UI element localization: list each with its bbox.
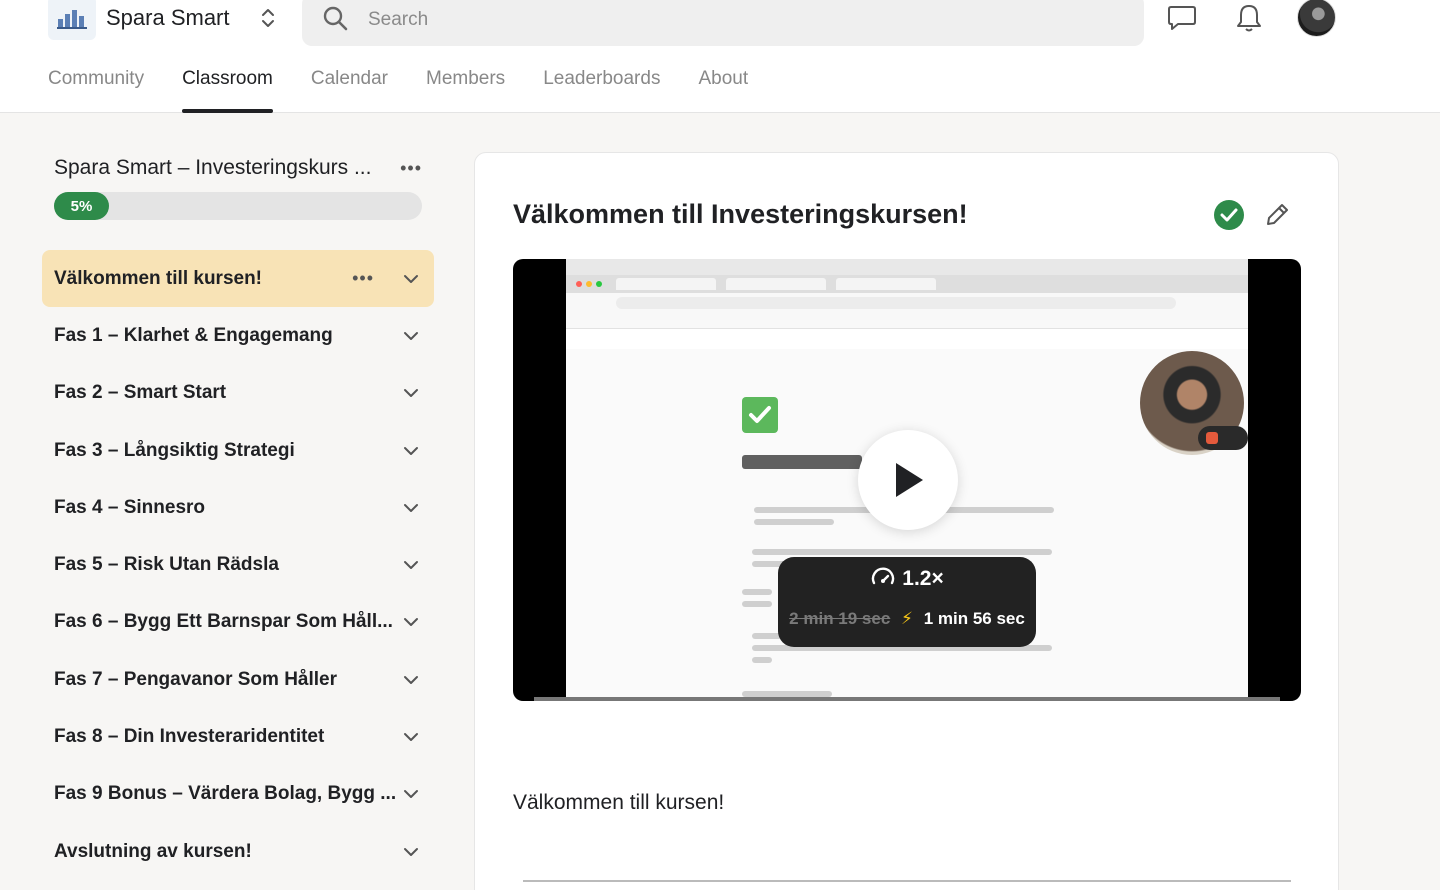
module-label: Fas 5 – Risk Utan Rädsla bbox=[54, 553, 279, 575]
nav-tabs: Community Classroom Calendar Members Lea… bbox=[48, 60, 786, 113]
brand-logo[interactable] bbox=[48, 0, 96, 40]
course-progress-fill: 5% bbox=[54, 192, 109, 220]
chevron-down-icon[interactable] bbox=[402, 556, 420, 574]
search-input[interactable] bbox=[368, 9, 1088, 31]
module-options-icon[interactable]: ••• bbox=[352, 268, 374, 289]
module-item[interactable]: Fas 4 – Sinnesro bbox=[42, 479, 434, 536]
user-avatar[interactable] bbox=[1297, 0, 1336, 37]
module-label: Fas 2 – Smart Start bbox=[54, 381, 227, 403]
brand[interactable]: Spara Smart bbox=[48, 0, 276, 40]
module-label: Fas 7 – Pengavanor Som Håller bbox=[54, 668, 338, 690]
module-label: Fas 9 Bonus – Värdera Bolag, Bygg ... bbox=[54, 782, 397, 804]
chevron-down-icon[interactable] bbox=[402, 499, 420, 517]
chevron-down-icon[interactable] bbox=[402, 785, 420, 803]
course-title-row: Spara Smart – Investeringskurs ... ••• bbox=[54, 150, 422, 186]
thumbnail-tabbar bbox=[566, 275, 1248, 293]
module-label: Fas 3 – Långsiktig Strategi bbox=[54, 439, 295, 461]
tab-classroom[interactable]: Classroom bbox=[182, 60, 273, 113]
bell-icon[interactable] bbox=[1233, 2, 1265, 34]
brand-name: Spara Smart bbox=[106, 5, 230, 30]
module-item[interactable]: Fas 8 – Din Investeraridentitet bbox=[42, 708, 434, 765]
chevron-down-icon[interactable] bbox=[402, 384, 420, 402]
top-header: Spara Smart Community Classroom Calendar… bbox=[0, 0, 1440, 113]
speed-value-row: 1.2× bbox=[778, 567, 1036, 591]
module-item[interactable]: Välkommen till kursen! ••• bbox=[42, 250, 434, 307]
play-button[interactable] bbox=[858, 430, 958, 530]
chevron-down-icon[interactable] bbox=[402, 728, 420, 746]
module-item[interactable]: Fas 6 – Bygg Ett Barnspar Som Håll... bbox=[42, 593, 434, 650]
chevron-down-icon[interactable] bbox=[402, 671, 420, 689]
module-item[interactable]: Avslutning av kursen! bbox=[42, 823, 434, 880]
lesson-video-player[interactable]: 1.2× 2 min 19 sec ⚡ 1 min 56 sec bbox=[513, 259, 1301, 701]
module-item[interactable]: Fas 1 – Klarhet & Engagemang bbox=[42, 307, 434, 364]
module-label: Fas 8 – Din Investeraridentitet bbox=[54, 725, 325, 747]
switch-community-icon[interactable] bbox=[260, 6, 276, 30]
completed-check-icon[interactable] bbox=[1214, 200, 1244, 230]
chevron-down-icon[interactable] bbox=[402, 442, 420, 460]
lesson-card: Välkommen till Investeringskursen! 1.2× … bbox=[474, 152, 1339, 890]
module-label: Fas 1 – Klarhet & Engagemang bbox=[54, 324, 333, 346]
module-label: Fas 4 – Sinnesro bbox=[54, 496, 206, 518]
module-label: Välkommen till kursen! bbox=[54, 267, 263, 289]
module-item[interactable]: Fas 7 – Pengavanor Som Håller bbox=[42, 651, 434, 708]
module-label: Fas 6 – Bygg Ett Barnspar Som Håll... bbox=[54, 610, 393, 632]
edit-pencil-icon[interactable] bbox=[1263, 201, 1291, 229]
module-item[interactable]: Fas 9 Bonus – Värdera Bolag, Bygg ... bbox=[42, 765, 434, 822]
module-item[interactable]: Fas 5 – Risk Utan Rädsla bbox=[42, 536, 434, 593]
module-label: Avslutning av kursen! bbox=[54, 840, 252, 862]
thumbnail-heading bbox=[742, 455, 862, 469]
lesson-title: Välkommen till Investeringskursen! bbox=[513, 199, 968, 229]
thumbnail-notion-bar bbox=[566, 329, 1248, 349]
thumbnail-address-bar bbox=[566, 293, 1248, 313]
tab-leaderboards[interactable]: Leaderboards bbox=[543, 60, 660, 113]
chevron-down-icon[interactable] bbox=[402, 270, 420, 288]
module-item[interactable]: Fas 2 – Smart Start bbox=[42, 364, 434, 421]
tab-about[interactable]: About bbox=[698, 60, 748, 113]
tab-members[interactable]: Members bbox=[426, 60, 505, 113]
chat-icon[interactable] bbox=[1166, 2, 1198, 34]
speed-gauge-icon bbox=[872, 567, 895, 585]
recording-controls bbox=[1198, 426, 1248, 450]
chevron-down-icon[interactable] bbox=[402, 613, 420, 631]
course-title: Spara Smart – Investeringskurs ... bbox=[54, 156, 372, 179]
check-emoji-icon bbox=[742, 397, 778, 433]
play-icon bbox=[896, 463, 923, 497]
video-progress-track[interactable] bbox=[534, 697, 1280, 701]
course-progress-bar: 5% bbox=[54, 192, 422, 220]
module-item[interactable]: Fas 3 – Långsiktig Strategi bbox=[42, 422, 434, 479]
course-options-icon[interactable]: ••• bbox=[400, 158, 422, 179]
lightning-icon: ⚡ bbox=[901, 609, 913, 628]
chevron-down-icon[interactable] bbox=[402, 843, 420, 861]
speed-value: 1.2× bbox=[902, 567, 944, 590]
lesson-body-heading: Välkommen till kursen! bbox=[513, 791, 725, 814]
tab-calendar[interactable]: Calendar bbox=[311, 60, 388, 113]
chevron-down-icon[interactable] bbox=[402, 327, 420, 345]
search-bar[interactable] bbox=[302, 0, 1144, 46]
thumbnail-bookmarks-bar bbox=[566, 313, 1248, 329]
thumbnail-menubar bbox=[566, 259, 1248, 275]
tab-community[interactable]: Community bbox=[48, 60, 144, 113]
original-duration: 2 min 19 sec bbox=[789, 609, 891, 628]
content-divider bbox=[523, 880, 1291, 882]
new-duration: 1 min 56 sec bbox=[923, 609, 1025, 628]
duration-comparison: 2 min 19 sec ⚡ 1 min 56 sec bbox=[778, 609, 1036, 629]
search-icon bbox=[322, 5, 348, 36]
playback-speed-badge[interactable]: 1.2× 2 min 19 sec ⚡ 1 min 56 sec bbox=[778, 557, 1036, 647]
